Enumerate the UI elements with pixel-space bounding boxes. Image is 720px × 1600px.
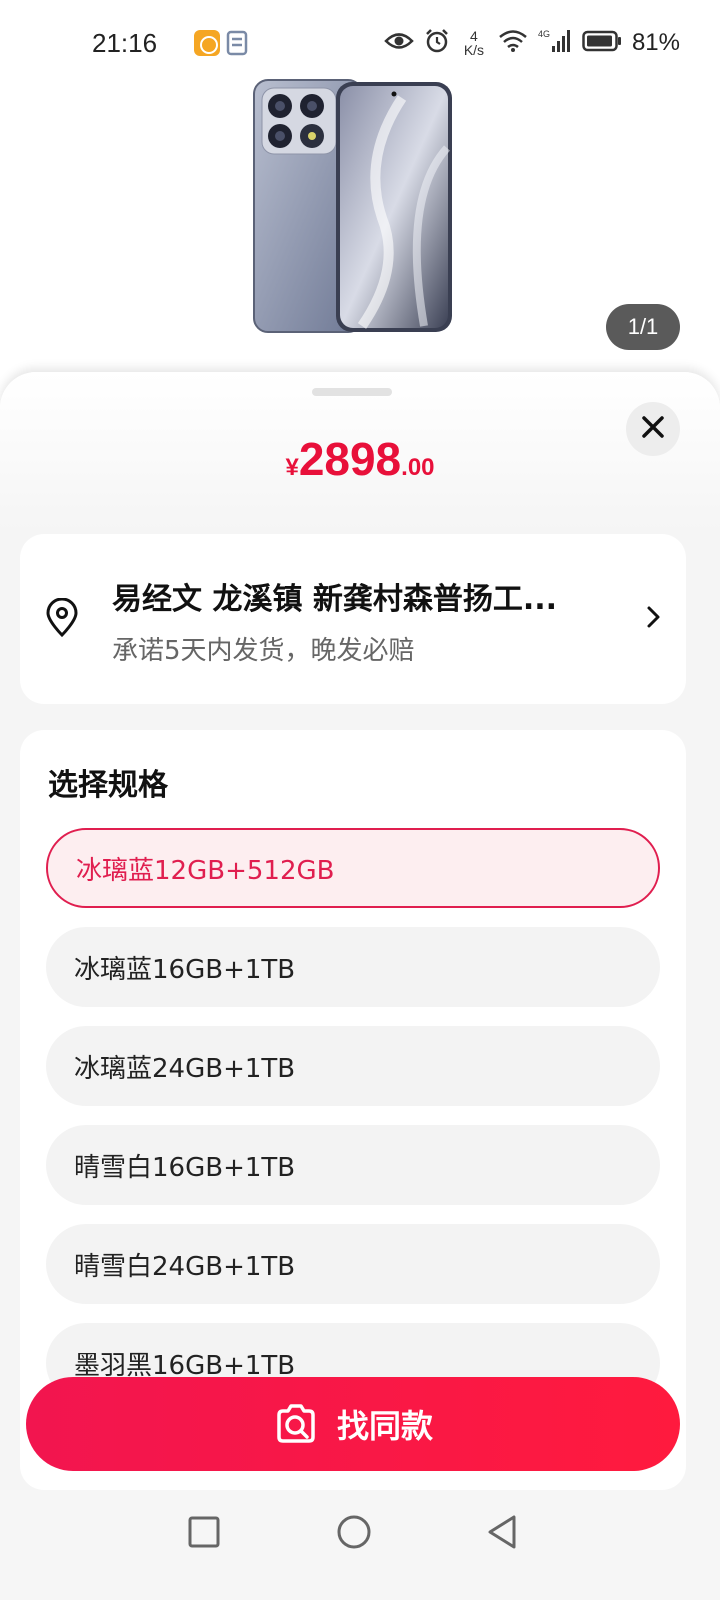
signal-icon: 4G — [538, 28, 572, 58]
spec-title: 选择规格 — [48, 768, 168, 803]
status-time: 21:16 — [92, 28, 158, 58]
spec-option[interactable]: 晴雪白16GB+1TB — [46, 1125, 660, 1205]
spec-bottom-sheet: ¥2898.00 易经文 龙溪镇 新龚村森普扬工... 承诺5天内发货，晚发必赔… — [0, 372, 720, 1502]
shipping-promise: 承诺5天内发货，晚发必赔 — [112, 636, 415, 666]
price-currency: ¥ — [285, 454, 299, 481]
price-integer: 2898 — [298, 433, 402, 485]
product-image[interactable] — [252, 78, 454, 336]
spec-option[interactable]: 冰璃蓝24GB+1TB — [46, 1026, 660, 1106]
find-similar-label: 找同款 — [336, 1407, 433, 1445]
square-nav-icon[interactable] — [184, 1512, 224, 1552]
alarm-icon — [424, 28, 450, 58]
price-decimal: .00 — [401, 454, 435, 481]
svg-text:4G: 4G — [538, 29, 550, 39]
network-speed: 4 K/s — [463, 28, 485, 58]
battery-percent: 81% — [631, 29, 680, 56]
image-counter: 1/1 — [606, 304, 680, 350]
circle-nav-icon[interactable] — [334, 1512, 374, 1552]
spec-options: 冰璃蓝12GB+512GB 冰璃蓝16GB+1TB 冰璃蓝24GB+1TB 晴雪… — [46, 828, 660, 1422]
spec-option[interactable]: 晴雪白24GB+1TB — [46, 1224, 660, 1304]
system-nav-bar — [0, 1490, 720, 1600]
wifi-icon — [498, 29, 528, 57]
battery-icon — [582, 30, 622, 56]
chevron-right-icon — [642, 602, 666, 632]
address-title: 易经文 龙溪镇 新龚村森普扬工... — [112, 582, 558, 617]
address-card[interactable]: 易经文 龙溪镇 新龚村森普扬工... 承诺5天内发货，晚发必赔 — [20, 534, 686, 704]
product-hero: 1/1 — [0, 60, 720, 390]
spec-card: 选择规格 冰璃蓝12GB+512GB 冰璃蓝16GB+1TB 冰璃蓝24GB+1… — [20, 730, 686, 1490]
camera-search-icon — [273, 1401, 319, 1447]
spec-option[interactable]: 冰璃蓝16GB+1TB — [46, 927, 660, 1007]
spec-option[interactable]: 冰璃蓝12GB+512GB — [46, 828, 660, 908]
bookmark-notification-icon — [226, 30, 248, 56]
price: ¥2898.00 — [0, 432, 720, 486]
drag-handle[interactable] — [312, 388, 392, 396]
find-similar-button[interactable]: 找同款 — [26, 1377, 680, 1471]
eye-icon — [384, 30, 414, 56]
back-nav-icon[interactable] — [484, 1512, 524, 1552]
app-notification-icon — [194, 30, 220, 56]
location-icon — [44, 597, 80, 638]
